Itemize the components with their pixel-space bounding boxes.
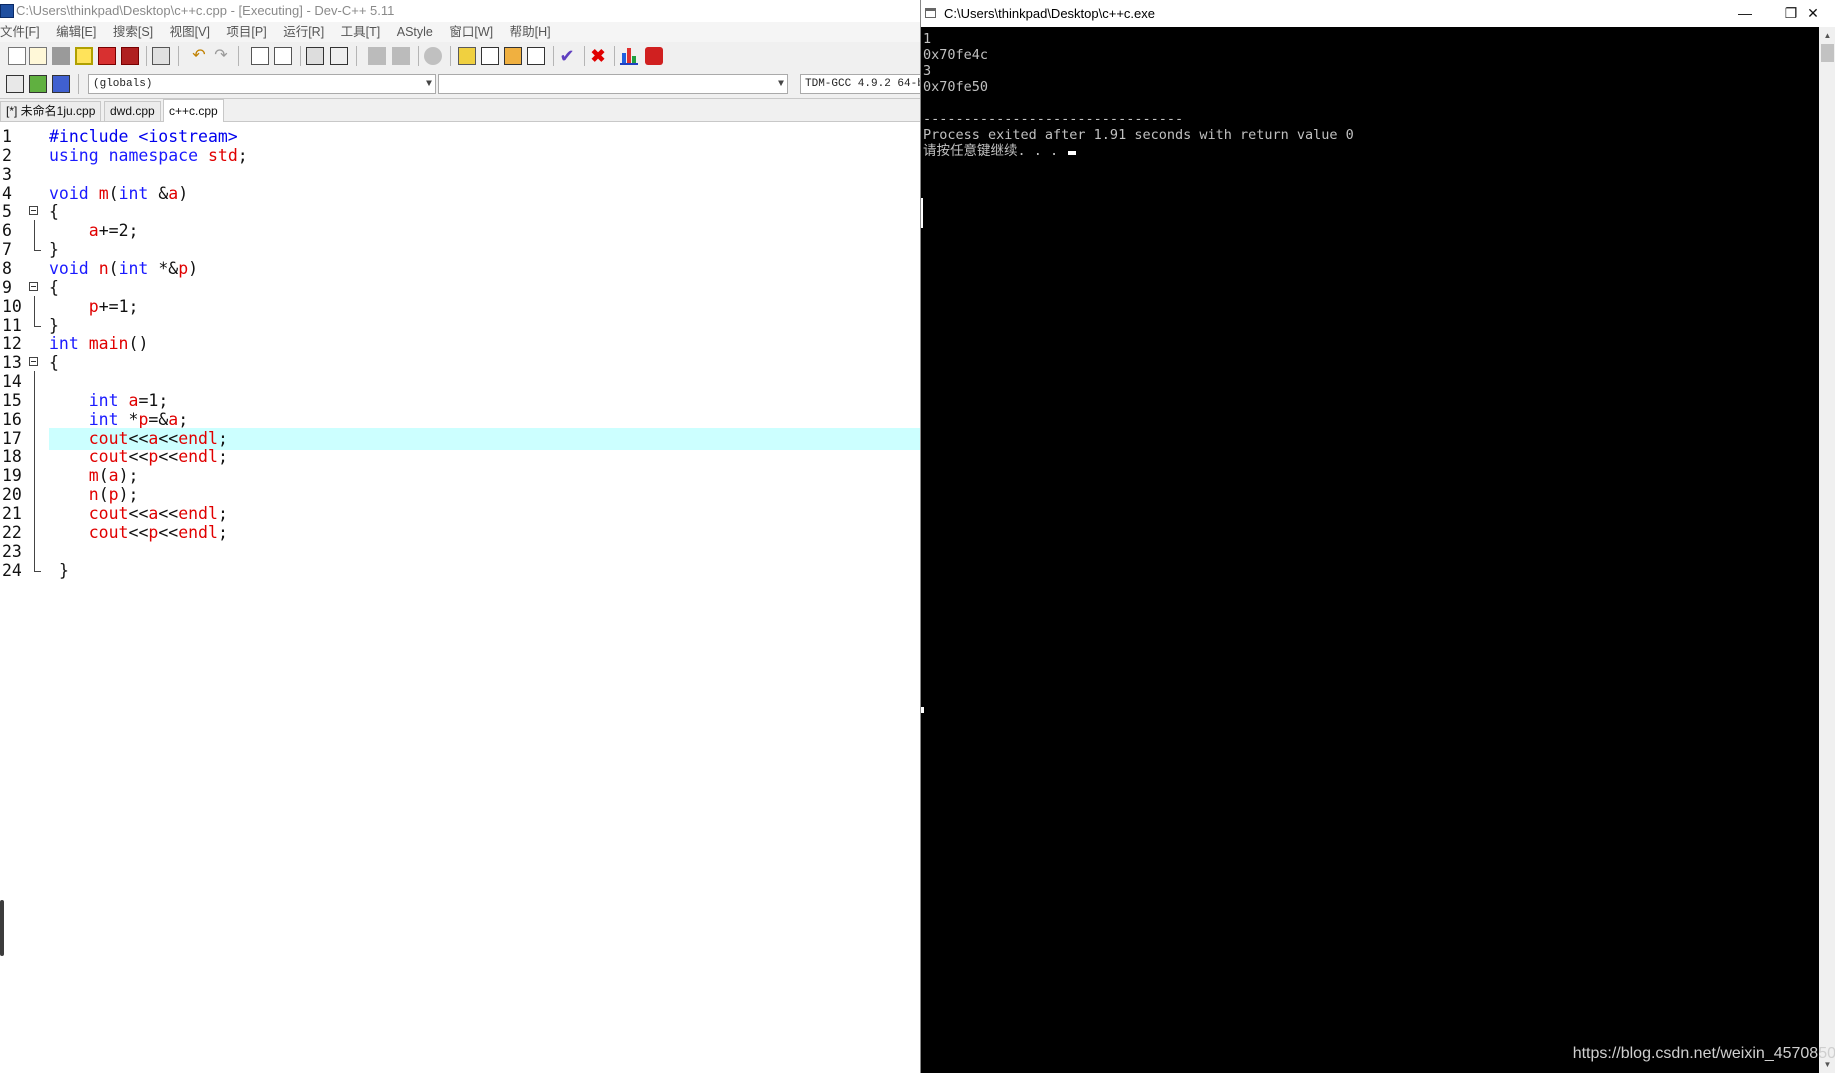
toggle-comment-icon[interactable] (424, 47, 442, 65)
new-file-icon[interactable] (8, 47, 26, 65)
menubar: 文件[F] 编辑[E] 搜索[S] 视图[V] 项目[P] 运行[R] 工具[T… (0, 22, 920, 42)
chevron-down-icon: ▼ (777, 79, 784, 90)
menu-run[interactable]: 运行[R] (283, 22, 329, 42)
debug-window-icon[interactable] (527, 47, 545, 65)
insert-icon[interactable] (481, 47, 499, 65)
close-icon[interactable] (98, 47, 116, 65)
menu-search[interactable]: 搜索[S] (113, 22, 158, 42)
goto-line-icon[interactable] (306, 47, 324, 65)
console-app-icon (925, 8, 936, 18)
scope-combo[interactable]: (globals) ▼ (88, 74, 436, 94)
tab-untitled[interactable]: [*] 未命名1ju.cpp (0, 101, 102, 121)
print-icon[interactable] (152, 47, 170, 65)
console-line: Process exited after 1.91 seconds with r… (923, 127, 1813, 143)
menu-project[interactable]: 项目[P] (226, 22, 271, 42)
console-window: C:\Users\thinkpad\Desktop\c++c.exe — ❐ ✕… (920, 0, 1835, 1073)
console-line: -------------------------------- (923, 111, 1813, 127)
redo-icon[interactable]: ↷ (212, 47, 230, 65)
unindent-icon[interactable] (392, 47, 410, 65)
project-icon[interactable] (6, 75, 24, 93)
console-line: 0x70fe50 (923, 79, 1813, 95)
indent-icon[interactable] (368, 47, 386, 65)
compiler-select[interactable]: TDM-GCC 4.9.2 64-bit (800, 74, 930, 94)
console-line-text: 1 (923, 31, 932, 47)
console-line-text: 请按任意键继续. . . (923, 143, 1067, 159)
menu-astyle[interactable]: AStyle (397, 22, 438, 42)
class-browser-icon[interactable] (504, 47, 522, 65)
main-toolbar: ↶ ↷ ✔ ✖ (0, 42, 920, 71)
close-button[interactable]: ✕ (1790, 0, 1835, 27)
chevron-down-icon: ▼ (425, 79, 432, 90)
console-line-text: 3 (923, 63, 932, 79)
scrollbar-thumb[interactable] (1821, 44, 1834, 62)
console-line-text: Process exited after 1.91 seconds with r… (923, 127, 1354, 143)
secondary-toolbar: (globals) ▼ ▼ TDM-GCC 4.9.2 64-bit (0, 70, 930, 99)
menu-tools[interactable]: 工具[T] (341, 22, 386, 42)
tab-cppc[interactable]: c++c.cpp (163, 99, 224, 122)
console-line: 请按任意键继续. . . (923, 143, 1813, 159)
devcpp-app-icon (0, 4, 14, 18)
devcpp-titlebar: C:\Users\thinkpad\Desktop\c++c.cpp - [Ex… (0, 0, 920, 22)
fold-collapse-icon[interactable] (29, 281, 38, 291)
save-icon[interactable] (52, 47, 70, 65)
menu-view[interactable]: 视图[V] (170, 22, 215, 42)
code-text: } (58, 560, 69, 580)
console-line-text: 0x70fe4c (923, 47, 989, 63)
menu-help[interactable]: 帮助[H] (510, 22, 556, 42)
menu-edit[interactable]: 编辑[E] (56, 22, 101, 42)
editor-tabbar: [*] 未命名1ju.cpp dwd.cpp c++c.cpp (0, 99, 920, 122)
console-scrollbar[interactable]: ▲ ▼ (1819, 27, 1835, 1073)
menu-file[interactable]: 文件[F] (0, 22, 45, 42)
chart-icon[interactable] (620, 47, 638, 65)
console-cursor (1068, 151, 1077, 155)
save-all-icon[interactable] (75, 47, 93, 65)
syntax-check-icon[interactable]: ✔ (558, 47, 576, 65)
scroll-up-icon[interactable]: ▲ (1819, 27, 1835, 44)
console-titlebar: C:\Users\thinkpad\Desktop\c++c.exe — ❐ ✕ (921, 0, 1835, 27)
scope-combo-value: (globals) (93, 78, 153, 90)
compiler-select-value: TDM-GCC 4.9.2 64-bit (805, 78, 930, 90)
console-line: 3 (923, 63, 1813, 79)
close-all-icon[interactable] (121, 47, 139, 65)
find-icon[interactable] (251, 47, 269, 65)
console-line-text: 0x70fe50 (923, 79, 989, 95)
menu-window[interactable]: 窗口[W] (449, 22, 498, 42)
code-line[interactable]: 24 } (0, 559, 920, 582)
new-project-icon[interactable] (458, 47, 476, 65)
open-file-icon[interactable] (29, 47, 47, 65)
tab-dwd[interactable]: dwd.cpp (104, 101, 161, 121)
undo-icon[interactable]: ↶ (190, 47, 208, 65)
console-line: 1 (923, 31, 1813, 47)
console-output: 1 0x70fe4c 3 0x70fe50 ----------------------… (923, 31, 1813, 1071)
member-combo[interactable]: ▼ (438, 74, 788, 94)
stop-icon[interactable]: ✖ (589, 47, 607, 65)
minimize-button[interactable]: — (1722, 0, 1768, 27)
fold-collapse-icon[interactable] (29, 206, 38, 216)
fold-collapse-icon[interactable] (29, 357, 38, 367)
fold-gutter (28, 559, 42, 582)
profile-icon[interactable] (645, 47, 663, 65)
console-title: C:\Users\thinkpad\Desktop\c++c.exe (944, 6, 1155, 21)
devcpp-title: C:\Users\thinkpad\Desktop\c++c.cpp - [Ex… (16, 3, 395, 18)
console-line: 0x70fe4c (923, 47, 1813, 63)
screen-edge-handle (0, 900, 4, 956)
devcpp-window: C:\Users\thinkpad\Desktop\c++c.cpp - [Ex… (0, 0, 930, 1073)
goto-icon[interactable] (29, 75, 47, 93)
bookmark-list-icon[interactable] (52, 75, 70, 93)
replace-icon[interactable] (274, 47, 292, 65)
console-line-text: -------------------------------- (923, 111, 1184, 127)
watermark: https://blog.csdn.net/weixin_4570850 (1572, 1045, 1835, 1062)
bookmark-icon[interactable] (330, 47, 348, 65)
code-editor[interactable]: 1 #include <iostream> 2 using namespace std… (0, 122, 920, 1073)
